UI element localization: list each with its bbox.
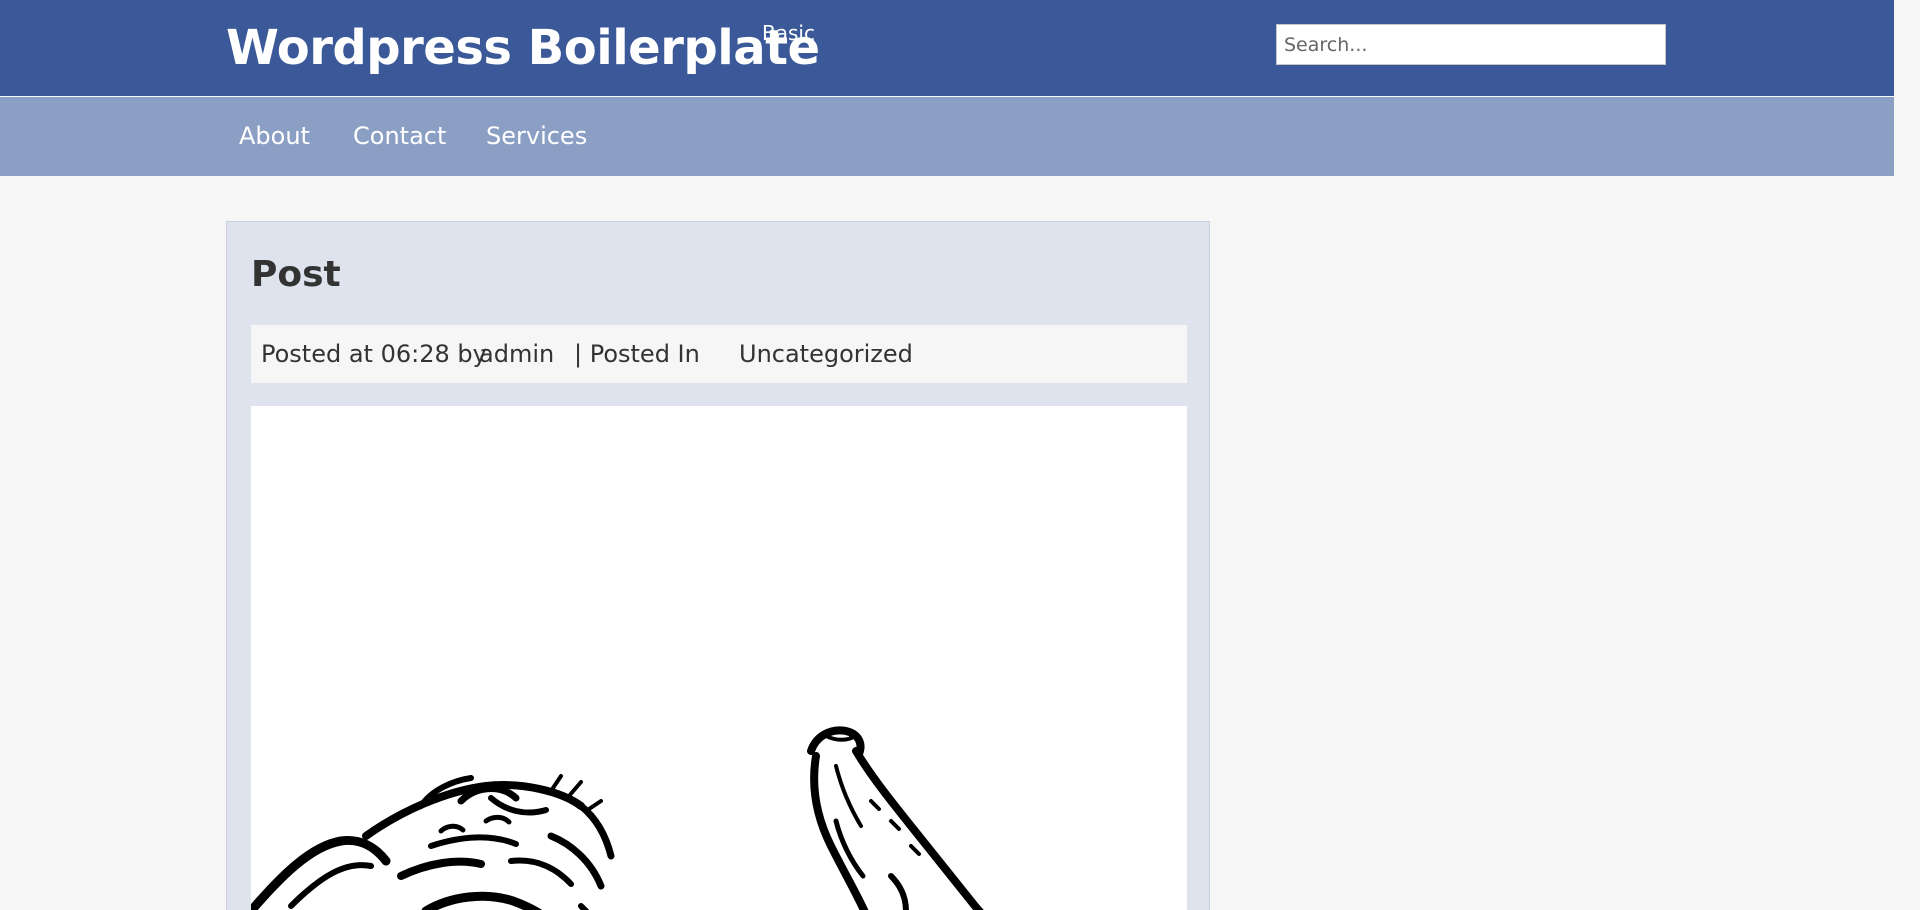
post-card: Post Posted at 06:28 by admin | Posted I… bbox=[226, 221, 1210, 910]
post-category-link[interactable]: Uncategorized bbox=[739, 325, 913, 383]
main-nav: About Contact Services bbox=[0, 97, 1894, 176]
nav-item-services[interactable]: Services bbox=[486, 121, 587, 151]
post-title[interactable]: Post bbox=[251, 252, 341, 298]
post-author-link[interactable]: admin bbox=[479, 325, 554, 383]
nav-item-contact[interactable]: Contact bbox=[353, 121, 446, 151]
search-input[interactable] bbox=[1276, 24, 1666, 65]
line-art-illustration-icon bbox=[251, 726, 984, 910]
post-meta-posted-at: Posted at 06:28 by bbox=[261, 340, 487, 368]
post-image bbox=[251, 406, 1187, 910]
site-tagline: Basic bbox=[762, 21, 815, 45]
page: Wordpress Boilerplate Basic About Contac… bbox=[0, 0, 1920, 910]
post-meta: Posted at 06:28 by admin | Posted In Unc… bbox=[251, 325, 1187, 383]
post-meta-posted-in: | Posted In bbox=[574, 340, 700, 368]
nav-item-about[interactable]: About bbox=[239, 121, 310, 151]
site-title[interactable]: Wordpress Boilerplate bbox=[226, 15, 820, 81]
site-header: Wordpress Boilerplate Basic bbox=[0, 0, 1894, 96]
